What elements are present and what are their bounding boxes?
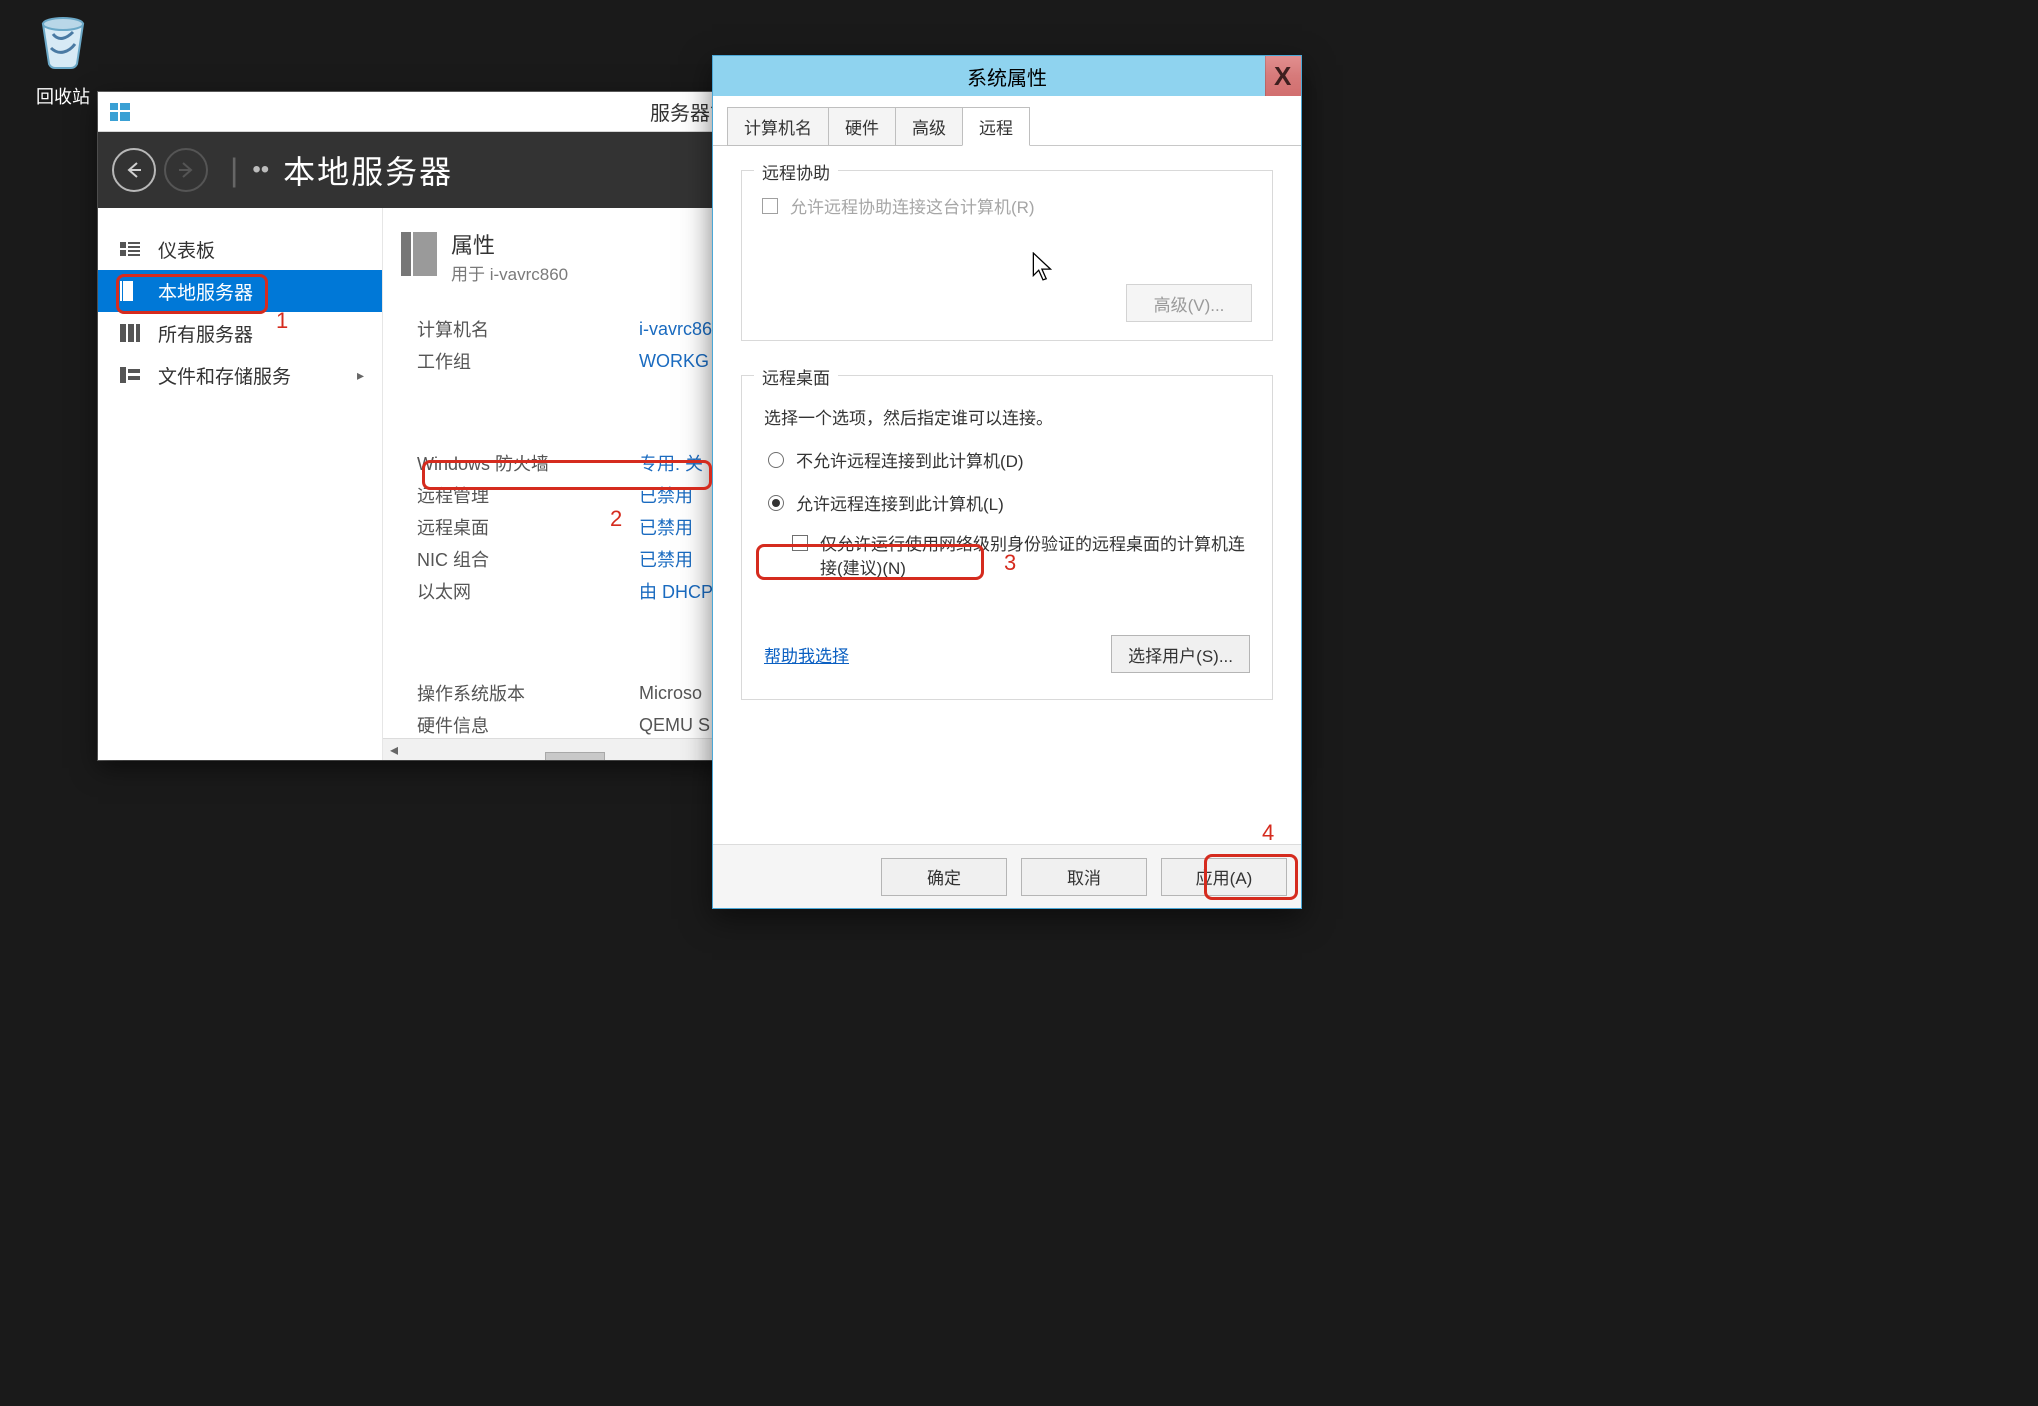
recycle-bin-icon xyxy=(31,8,95,72)
remote-desktop-intro: 选择一个选项，然后指定谁可以连接。 xyxy=(764,404,1252,429)
property-value-firewall[interactable]: 专用: 关 xyxy=(639,450,703,476)
desktop: 回收站 服务器管理器 | •• 本地服务器 • xyxy=(0,0,2038,1406)
remote-assistance-advanced-button: 高级(V)... xyxy=(1126,284,1252,322)
checkbox-icon xyxy=(792,535,808,551)
storage-icon xyxy=(120,367,142,383)
radio-icon xyxy=(768,452,784,468)
property-key: 操作系统版本 xyxy=(417,680,639,706)
close-button[interactable]: X xyxy=(1265,56,1301,96)
ok-button[interactable]: 确定 xyxy=(881,858,1007,896)
nla-checkbox-label: 仅允许运行使用网络级别身份验证的远程桌面的计算机连接(建议)(N) xyxy=(820,533,1252,581)
remote-assistance-legend: 远程协助 xyxy=(754,159,838,184)
tab-advanced[interactable]: 高级 xyxy=(895,107,963,146)
recycle-bin-label: 回收站 xyxy=(18,83,108,109)
sidebar-item-label: 仪表板 xyxy=(158,236,215,263)
help-me-choose-link[interactable]: 帮助我选择 xyxy=(764,642,849,667)
property-value-remote-management[interactable]: 已禁用 xyxy=(639,482,693,508)
radio-disallow-label: 不允许远程连接到此计算机(D) xyxy=(796,447,1024,472)
tabstrip: 计算机名 硬件 高级 远程 xyxy=(713,96,1301,146)
select-users-button[interactable]: 选择用户(S)... xyxy=(1111,635,1250,673)
tab-remote[interactable]: 远程 xyxy=(962,107,1030,146)
dashboard-icon xyxy=(120,241,142,257)
property-key: 工作组 xyxy=(417,348,639,374)
sidebar-item-label: 本地服务器 xyxy=(158,278,253,305)
property-value-nic-teaming[interactable]: 已禁用 xyxy=(639,546,693,572)
server-manager-icon xyxy=(108,100,132,124)
radio-icon xyxy=(768,495,784,511)
property-key: Windows 防火墙 xyxy=(417,450,639,476)
scroll-left-button[interactable]: ◂ xyxy=(383,739,405,760)
remote-desktop-group: 远程桌面 选择一个选项，然后指定谁可以连接。 不允许远程连接到此计算机(D) 允… xyxy=(741,375,1273,700)
property-key: 计算机名 xyxy=(417,316,639,342)
nav-forward-button xyxy=(164,148,208,192)
remote-desktop-legend: 远程桌面 xyxy=(754,364,838,389)
remote-assistance-checkbox: 允许远程协助连接这台计算机(R) xyxy=(762,193,1252,218)
property-value-ethernet[interactable]: 由 DHCP xyxy=(639,578,713,604)
property-key: 远程管理 xyxy=(417,482,639,508)
cursor-icon xyxy=(1030,252,1056,282)
checkbox-icon xyxy=(762,198,778,214)
sidebar-item-local-server[interactable]: 本地服务器 xyxy=(98,270,382,312)
system-properties-title: 系统属性 xyxy=(713,62,1301,91)
property-value-hardware-info: QEMU S xyxy=(639,715,710,736)
system-properties-body: 远程协助 允许远程协助连接这台计算机(R) 高级(V)... 远程桌面 选择一个… xyxy=(713,146,1301,844)
property-value-workgroup[interactable]: WORKG xyxy=(639,351,709,372)
recycle-bin[interactable]: 回收站 xyxy=(18,8,108,109)
system-properties-footer: 确定 取消 应用(A) xyxy=(713,844,1301,908)
remote-assistance-checkbox-label: 允许远程协助连接这台计算机(R) xyxy=(790,193,1035,218)
arrow-right-icon xyxy=(176,160,196,180)
nla-checkbox[interactable]: 仅允许运行使用网络级别身份验证的远程桌面的计算机连接(建议)(N) xyxy=(792,533,1252,581)
tab-hardware[interactable]: 硬件 xyxy=(828,107,896,146)
property-value-computer-name[interactable]: i-vavrc86 xyxy=(639,319,712,340)
remote-assistance-group: 远程协助 允许远程协助连接这台计算机(R) 高级(V)... xyxy=(741,170,1273,341)
property-key: 以太网 xyxy=(417,578,639,604)
apply-button[interactable]: 应用(A) xyxy=(1161,858,1287,896)
toolbar-separator: | xyxy=(230,152,238,189)
property-key: 远程桌面 xyxy=(417,514,639,540)
property-value-remote-desktop[interactable]: 已禁用 xyxy=(639,514,693,540)
page-heading: 本地服务器 xyxy=(283,147,453,193)
scroll-thumb[interactable] xyxy=(545,752,605,761)
sidebar-item-label: 所有服务器 xyxy=(158,320,253,347)
property-key: 硬件信息 xyxy=(417,712,639,738)
sidebar-item-file-storage[interactable]: 文件和存储服务 ▸ xyxy=(98,354,382,396)
property-value-os-version: Microso xyxy=(639,683,702,704)
sidebar-item-label: 文件和存储服务 xyxy=(158,362,291,389)
server-manager-sidebar: 仪表板 本地服务器 所有服务器 xyxy=(98,208,382,760)
arrow-left-icon xyxy=(124,160,144,180)
property-key: NIC 组合 xyxy=(417,546,639,572)
properties-subtitle: 用于 i-vavrc860 xyxy=(451,260,568,285)
radio-allow-remote[interactable]: 允许远程连接到此计算机(L) xyxy=(768,490,1252,515)
properties-tile-icon xyxy=(401,232,437,276)
system-properties-titlebar[interactable]: 系统属性 X xyxy=(713,56,1301,96)
sidebar-item-all-servers[interactable]: 所有服务器 xyxy=(98,312,382,354)
sidebar-item-dashboard[interactable]: 仪表板 xyxy=(98,228,382,270)
cancel-button[interactable]: 取消 xyxy=(1021,858,1147,896)
nav-back-button[interactable] xyxy=(112,148,156,192)
radio-disallow-remote[interactable]: 不允许远程连接到此计算机(D) xyxy=(768,447,1252,472)
breadcrumb-prefix: •• xyxy=(252,156,269,184)
close-icon: X xyxy=(1274,61,1291,92)
radio-allow-label: 允许远程连接到此计算机(L) xyxy=(796,490,1004,515)
tab-computer-name[interactable]: 计算机名 xyxy=(727,107,829,146)
server-icon xyxy=(120,283,142,299)
properties-title: 属性 xyxy=(451,228,568,260)
chevron-right-icon: ▸ xyxy=(357,367,364,384)
servers-icon xyxy=(120,325,142,341)
system-properties-dialog: 系统属性 X 计算机名 硬件 高级 远程 远程协助 允许远程协助连接这台计算机(… xyxy=(712,55,1302,909)
